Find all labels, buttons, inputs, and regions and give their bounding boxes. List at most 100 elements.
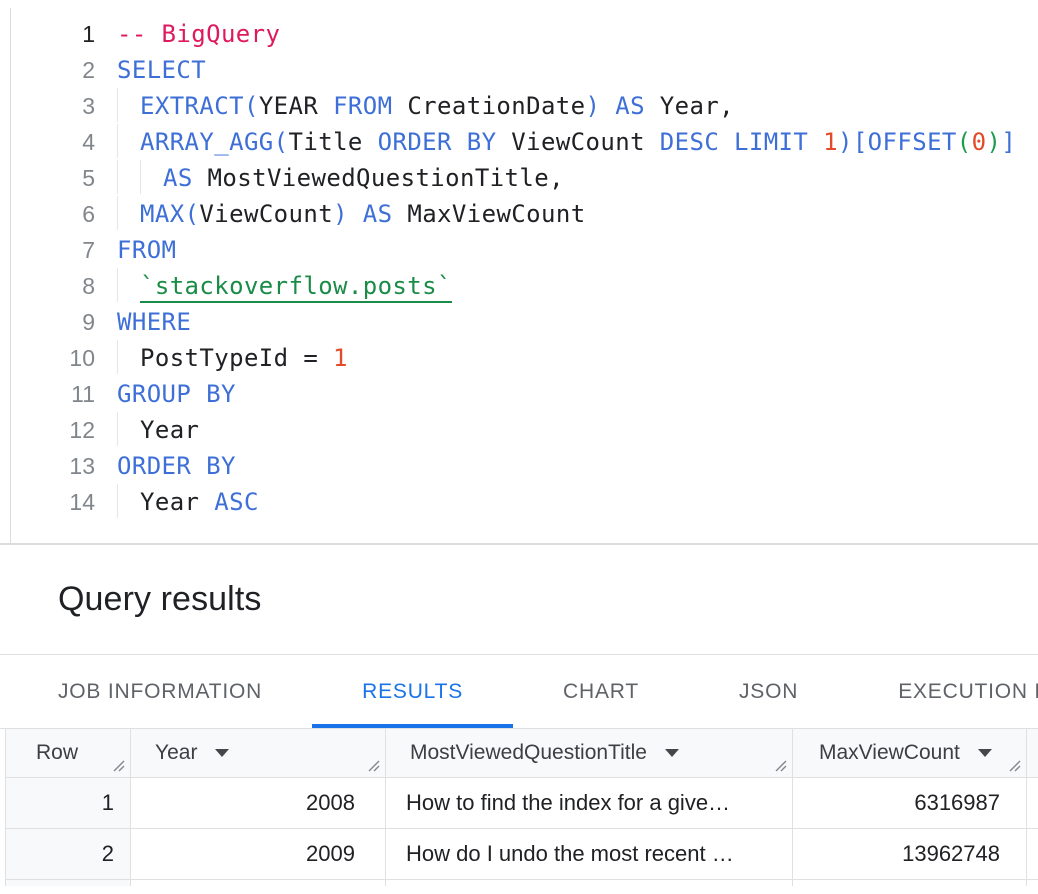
table-cell: 13962748 — [793, 829, 1027, 880]
line-number: 9 — [11, 304, 95, 340]
code-line-content: EXTRACT(YEAR FROM CreationDate) AS Year, — [95, 88, 734, 124]
indent-guide-line — [117, 196, 140, 230]
code-token-kw: EXTRACT — [140, 92, 244, 120]
code-token-kw: ORDER BY — [378, 128, 497, 156]
results-tab-bar: JOB INFORMATIONRESULTSCHARTJSONEXECUTION… — [0, 655, 1038, 729]
code-line-content: FROM — [95, 232, 176, 268]
code-line: 14Year ASC — [11, 484, 1038, 520]
code-token-kw: FROM — [333, 92, 392, 120]
code-token-kw: ARRAY_AGG — [140, 128, 274, 156]
code-token-id: ViewCount — [199, 200, 333, 228]
line-number: 4 — [11, 124, 95, 160]
cell-spacer — [1027, 880, 1038, 886]
line-number: 2 — [11, 52, 95, 88]
sort-dropdown-icon[interactable] — [978, 749, 992, 757]
code-token-kw: WHERE — [117, 308, 191, 336]
table-cell — [386, 880, 793, 886]
code-line-content: MAX(ViewCount) AS MaxViewCount — [95, 196, 586, 232]
sort-dropdown-icon[interactable] — [665, 749, 679, 757]
indent-guide-line — [117, 340, 140, 374]
code-line-content: AS MostViewedQuestionTitle, — [95, 160, 564, 196]
column-header-mostviewedquestiontitle[interactable]: MostViewedQuestionTitle — [386, 729, 793, 778]
indent-guide-line — [117, 268, 140, 302]
code-line: 12Year — [11, 412, 1038, 448]
tab-results[interactable]: RESULTS — [312, 655, 513, 728]
table-reference-link[interactable]: `stackoverflow.posts` — [140, 272, 452, 303]
column-resize-handle[interactable] — [1008, 759, 1021, 772]
table-cell: How do I undo the most recent … — [386, 829, 793, 880]
indent-guide-line — [117, 412, 140, 446]
table-cell: 2008 — [131, 778, 386, 829]
code-line: 4ARRAY_AGG(Title ORDER BY ViewCount DESC… — [11, 124, 1038, 160]
line-number: 10 — [11, 340, 95, 376]
sort-dropdown-icon[interactable] — [215, 749, 229, 757]
code-token-kw: MAX — [140, 200, 185, 228]
row-number-cell: 2 — [6, 829, 131, 880]
column-header-year[interactable]: Year — [131, 729, 386, 778]
indent-guide-line — [117, 124, 140, 158]
column-label: Row — [36, 741, 78, 765]
code-token-b2: ) — [987, 128, 1002, 156]
code-token-kw: AS — [348, 200, 393, 228]
code-line: 5AS MostViewedQuestionTitle, — [11, 160, 1038, 196]
indent-guide-line — [140, 160, 163, 194]
column-resize-handle[interactable] — [774, 759, 787, 772]
code-token-num: 1 — [333, 344, 348, 372]
code-token-b1: ( — [274, 128, 289, 156]
code-token-kw: AS — [163, 164, 193, 192]
code-token-b1: ( — [185, 200, 200, 228]
code-line-content: -- BigQuery — [95, 16, 280, 52]
line-number: 13 — [11, 448, 95, 484]
line-number: 5 — [11, 160, 95, 196]
code-token-id: PostTypeId = — [140, 344, 333, 372]
line-number: 7 — [11, 232, 95, 268]
code-token-kw: DESC LIMIT — [660, 128, 809, 156]
code-line: 1 -- BigQuery — [11, 16, 1038, 52]
code-token-comment: -- BigQuery — [117, 20, 280, 48]
code-token-id: MostViewedQuestionTitle, — [193, 164, 564, 192]
line-number: 11 — [11, 376, 95, 412]
code-line-content: `stackoverflow.posts` — [95, 268, 452, 304]
code-token-b1: ] — [1001, 128, 1016, 156]
line-number: 3 — [11, 88, 95, 124]
tab-job-information[interactable]: JOB INFORMATION — [8, 655, 312, 728]
code-token-id: MaxViewCount — [393, 200, 586, 228]
code-line-content: Year ASC — [95, 484, 259, 520]
indent-guide-line — [117, 484, 140, 518]
table-header-row: Row Year MostViewedQuestionTitleMaxViewCou… — [6, 729, 1038, 778]
code-line: 13ORDER BY — [11, 448, 1038, 484]
column-header-row[interactable]: Row — [6, 729, 131, 778]
code-token-kw: ASC — [214, 488, 259, 516]
line-number: 6 — [11, 196, 95, 232]
tab-json[interactable]: JSON — [689, 655, 848, 728]
tab-execution-details[interactable]: EXECUTION DETAILS — [848, 655, 1038, 728]
table-cell — [6, 880, 131, 886]
code-token-kw: OFFSET — [868, 128, 957, 156]
code-token-id: Year — [140, 416, 199, 444]
table-cell: How to find the index for a give… — [386, 778, 793, 829]
sql-code-editor[interactable]: 1-- BigQuery2SELECT3EXTRACT(YEAR FROM Cr… — [10, 8, 1038, 543]
column-label: Year — [155, 741, 197, 765]
code-line-content: GROUP BY — [95, 376, 236, 412]
column-header-spacer — [1027, 729, 1038, 778]
row-number-cell: 1 — [6, 778, 131, 829]
code-token-id: Year, — [645, 92, 734, 120]
bigquery-console-panel: { "colors": { "accent": "#1a73e8", "keyw… — [0, 8, 1038, 894]
column-resize-handle[interactable] — [112, 759, 125, 772]
code-token-kw: AS — [600, 92, 645, 120]
table-row: 12008How to find the index for a give…63… — [6, 778, 1038, 829]
code-line: 9 WHERE — [11, 304, 1038, 340]
line-number: 1 — [11, 16, 95, 52]
column-resize-handle[interactable] — [367, 759, 380, 772]
table-cell — [131, 880, 386, 886]
code-token-num: 1 — [808, 128, 838, 156]
code-line: 11GROUP BY — [11, 376, 1038, 412]
results-title: Query results — [58, 580, 261, 619]
indent-guide-line — [117, 88, 140, 122]
tab-chart[interactable]: CHART — [513, 655, 689, 728]
column-header-maxviewcount[interactable]: MaxViewCount — [793, 729, 1027, 778]
code-token-kw: FROM — [117, 236, 176, 264]
results-table: Row Year MostViewedQuestionTitleMaxViewCou… — [5, 729, 1038, 886]
table-cell: 6316987 — [793, 778, 1027, 829]
code-token-id: Year — [140, 488, 214, 516]
